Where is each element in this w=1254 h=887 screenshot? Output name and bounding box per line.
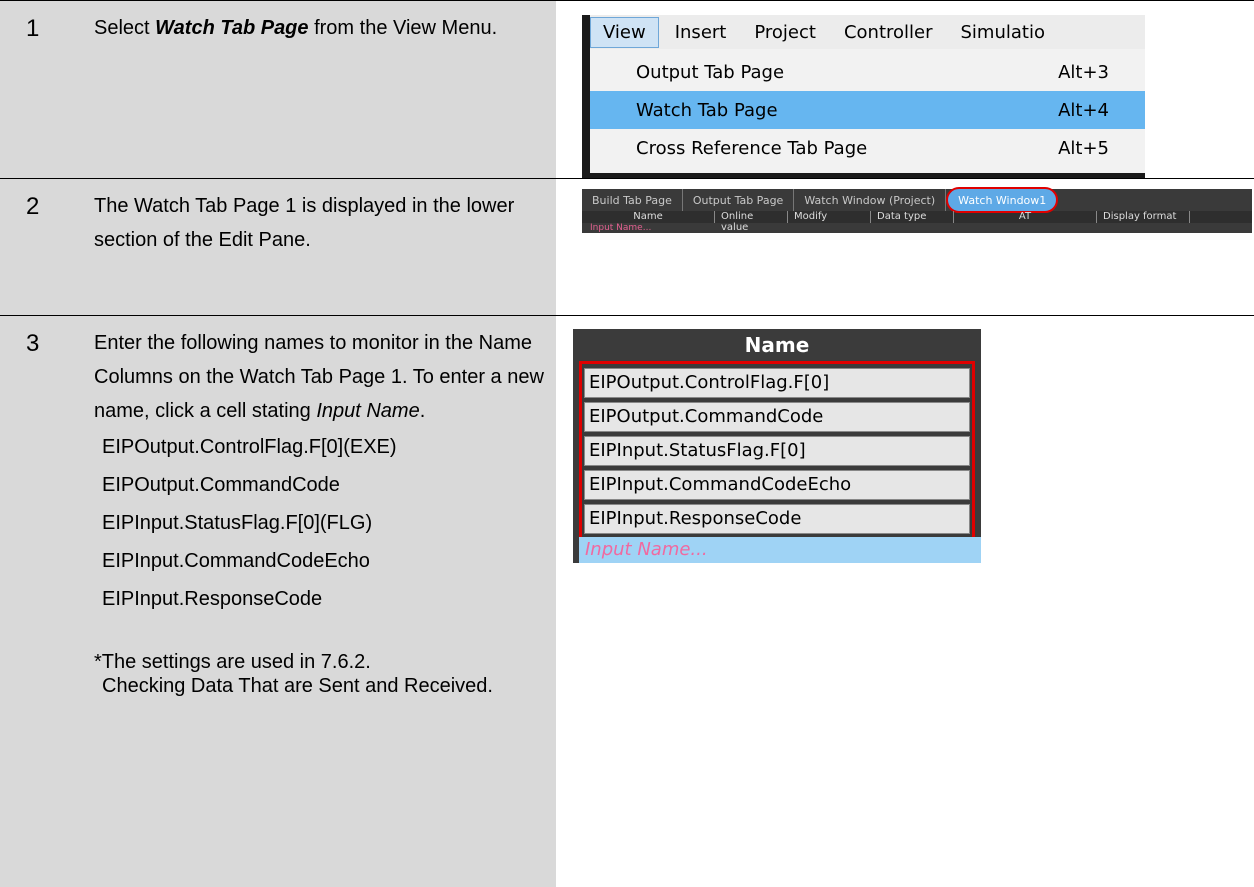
list-item: EIPOutput.ControlFlag.F[0](EXE) [102,436,397,458]
menu-item-cross-reference-tab-page[interactable]: Cross Reference Tab Page Alt+5 [590,129,1145,167]
text-post: from the View Menu. [308,17,498,39]
menu-item-shortcut: Alt+5 [1058,137,1109,159]
name-column-header: Name [744,333,810,357]
step-text: The Watch Tab Page 1 is displayed in the… [94,195,515,251]
menu-view[interactable]: View [590,16,659,48]
step-table: 1 Select Watch Tab Page from the View Me… [0,0,1254,887]
list-item: EIPInput.StatusFlag.F[0](FLG) [102,512,373,534]
menu-item-label: Cross Reference Tab Page [636,137,868,159]
step-number-cell: 3 [0,316,80,887]
tab-build[interactable]: Build Tab Page [582,189,683,211]
step-text: Select Watch Tab Page from the View Menu… [94,11,544,45]
highlighted-names: EIPOutput.ControlFlag.F[0] EIPOutput.Com… [579,361,975,541]
col-modify[interactable]: Modify [788,211,871,223]
menu-item-shortcut: Alt+3 [1058,61,1109,83]
list-item: EIPOutput.CommandCode [102,474,340,496]
step-number-cell: 2 [0,179,80,315]
menu-item-output-tab-page[interactable]: Output Tab Page Alt+3 [590,53,1145,91]
watch-column-headers: Name Online value Modify Data type AT Di… [582,211,1252,233]
tab-watch-window-project[interactable]: Watch Window (Project) [794,189,947,211]
step-row-2: 2 The Watch Tab Page 1 is displayed in t… [0,178,1254,315]
note-continuation: Checking Data That are Sent and Received… [102,675,493,697]
col-at[interactable]: AT [954,211,1097,223]
view-menu-screenshot: View Insert Project Controller Simulatio… [582,15,1145,181]
menu-item-shortcut: Alt+4 [1058,99,1109,121]
name-cell[interactable]: EIPInput.StatusFlag.F[0] [584,436,970,466]
tab-row: Build Tab Page Output Tab Page Watch Win… [582,187,1252,213]
name-cell[interactable]: EIPOutput.ControlFlag.F[0] [584,368,970,398]
menu-item-label: Watch Tab Page [636,99,778,121]
list-item: EIPInput.ResponseCode [102,588,323,610]
name-cell[interactable]: EIPInput.ResponseCode [584,504,970,534]
menu-project[interactable]: Project [742,18,828,47]
step-number-cell: 1 [0,1,80,178]
note-line: *The settings are used in 7.6.2. [94,651,371,673]
list-item: EIPInput.CommandCodeEcho [102,550,370,572]
tab-watch-window1[interactable]: Watch Window1 [946,187,1059,213]
menu-item-label: Output Tab Page [636,61,785,83]
name-list: EIPOutput.ControlFlag.F[0](EXE) EIPOutpu… [94,428,544,618]
col-data-type[interactable]: Data type [871,211,954,223]
menu-bar: View Insert Project Controller Simulatio [590,15,1145,49]
step-image-cell: Name EIPOutput.ControlFlag.F[0] EIPOutpu… [556,316,1254,887]
col-name[interactable]: Name [582,211,715,223]
col-display-format[interactable]: Display format [1097,211,1190,223]
name-cell[interactable]: EIPOutput.CommandCode [584,402,970,432]
name-column-screenshot: Name EIPOutput.ControlFlag.F[0] EIPOutpu… [573,329,981,563]
note: *The settings are used in 7.6.2. Checkin… [94,650,544,698]
step-text: Enter the following names to monitor in … [94,326,544,698]
step-image-cell: Build Tab Page Output Tab Page Watch Win… [556,179,1254,315]
menu-controller[interactable]: Controller [832,18,945,47]
input-name-cell[interactable]: Input Name... [579,537,981,563]
tab-bar-screenshot: Build Tab Page Output Tab Page Watch Win… [582,187,1252,233]
name-cell[interactable]: EIPInput.CommandCodeEcho [584,470,970,500]
step-row-1: 1 Select Watch Tab Page from the View Me… [0,0,1254,181]
step-text-cell: Select Watch Tab Page from the View Menu… [80,1,556,178]
step-number: 2 [26,193,40,220]
step-number: 1 [26,15,40,42]
tab-output[interactable]: Output Tab Page [683,189,795,211]
input-name-cell[interactable]: Input Name... [582,223,1252,233]
step-text-cell: Enter the following names to monitor in … [80,316,556,887]
col-online-value[interactable]: Online value [715,211,788,233]
step-text-cell: The Watch Tab Page 1 is displayed in the… [80,179,556,315]
menu-simulation[interactable]: Simulatio [949,18,1057,47]
text-emphasis: Watch Tab Page [155,17,309,39]
step-row-3: 3 Enter the following names to monitor i… [0,315,1254,887]
text-post: . [419,400,426,422]
menu-insert[interactable]: Insert [663,18,739,47]
menu-item-watch-tab-page[interactable]: Watch Tab Page Alt+4 [590,91,1145,129]
text-italic: Input Name [316,400,420,422]
view-menu-dropdown: Output Tab Page Alt+3 Watch Tab Page Alt… [590,53,1145,167]
step-image-cell: View Insert Project Controller Simulatio… [556,1,1254,181]
text-pre: Select [94,17,156,39]
step-number: 3 [26,330,40,357]
